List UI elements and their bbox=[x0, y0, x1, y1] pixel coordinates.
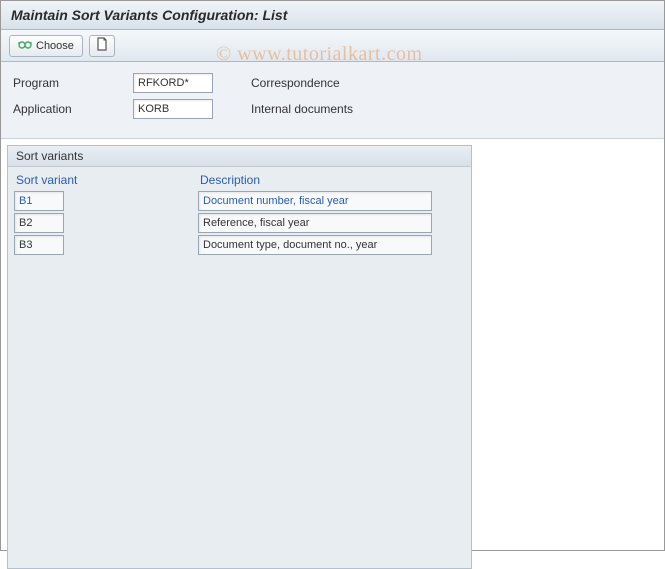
grid-rows bbox=[14, 191, 465, 255]
program-input[interactable] bbox=[133, 73, 213, 93]
document-icon bbox=[96, 37, 108, 54]
table-row[interactable] bbox=[14, 191, 465, 211]
application-row: Application Internal documents bbox=[13, 98, 652, 120]
description-cell[interactable] bbox=[198, 213, 432, 233]
choose-button[interactable]: Choose bbox=[9, 35, 83, 57]
col-header-variant[interactable]: Sort variant bbox=[14, 171, 198, 189]
table-row[interactable] bbox=[14, 235, 465, 255]
description-cell[interactable] bbox=[198, 191, 432, 211]
grid: Sort variant Description bbox=[8, 167, 471, 255]
col-header-description[interactable]: Description bbox=[198, 171, 438, 189]
description-cell[interactable] bbox=[198, 235, 432, 255]
choose-button-label: Choose bbox=[36, 40, 74, 52]
variant-cell[interactable] bbox=[14, 213, 64, 233]
page-title: Maintain Sort Variants Configuration: Li… bbox=[11, 7, 654, 23]
header-fields: Program Correspondence Application Inter… bbox=[1, 62, 664, 139]
application-label: Application bbox=[13, 102, 133, 116]
table-row[interactable] bbox=[14, 213, 465, 233]
glasses-icon bbox=[18, 38, 32, 53]
application-input[interactable] bbox=[133, 99, 213, 119]
new-button[interactable] bbox=[89, 35, 115, 57]
program-label: Program bbox=[13, 76, 133, 90]
program-row: Program Correspondence bbox=[13, 72, 652, 94]
title-bar: Maintain Sort Variants Configuration: Li… bbox=[1, 1, 664, 30]
group-title: Sort variants bbox=[8, 146, 471, 167]
sort-variants-panel: Sort variants Sort variant Description bbox=[7, 145, 472, 569]
grid-header: Sort variant Description bbox=[14, 171, 465, 189]
application-description: Internal documents bbox=[251, 102, 353, 116]
toolbar: Choose bbox=[1, 30, 664, 62]
program-description: Correspondence bbox=[251, 76, 340, 90]
variant-cell[interactable] bbox=[14, 235, 64, 255]
variant-cell[interactable] bbox=[14, 191, 64, 211]
